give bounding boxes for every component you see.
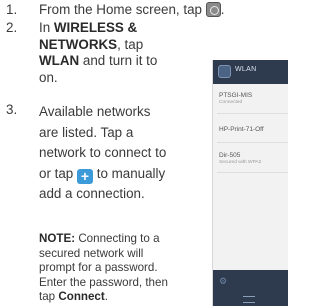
step-text: From the Home screen, tap . xyxy=(39,2,225,17)
divider xyxy=(217,113,288,114)
note: NOTE: Connecting to a secured network wi… xyxy=(39,232,168,304)
gear-icon: ⚙ xyxy=(219,276,228,286)
step-number: 1. xyxy=(6,2,18,17)
home-screen-icon xyxy=(205,2,221,17)
navigation-bar: ⚙ xyxy=(213,270,288,306)
step-number: 3. xyxy=(6,102,18,117)
step-text: In WIRELESS & NETWORKS, tap WLAN and tur… xyxy=(39,20,158,85)
step-number: 2. xyxy=(6,20,18,35)
wlan-title: WLAN xyxy=(235,66,257,73)
network-item: PTSGI-MIS Connected xyxy=(219,92,253,105)
note-label: NOTE: xyxy=(39,232,76,245)
menu-icon xyxy=(243,296,255,303)
divider xyxy=(217,172,288,173)
divider xyxy=(217,142,288,143)
phone-screenshot: WLAN PTSGI-MIS Connected HP-Print-71-Off… xyxy=(212,60,288,306)
network-item: Dir-505 Secured with WPA2 xyxy=(219,152,262,165)
step-text: Available networks are listed. Tap a net… xyxy=(39,104,167,201)
wlan-header: WLAN xyxy=(213,60,288,84)
plus-icon: + xyxy=(76,168,93,184)
network-item: HP-Print-71-Off xyxy=(219,126,264,133)
settings-app-icon xyxy=(218,65,231,78)
